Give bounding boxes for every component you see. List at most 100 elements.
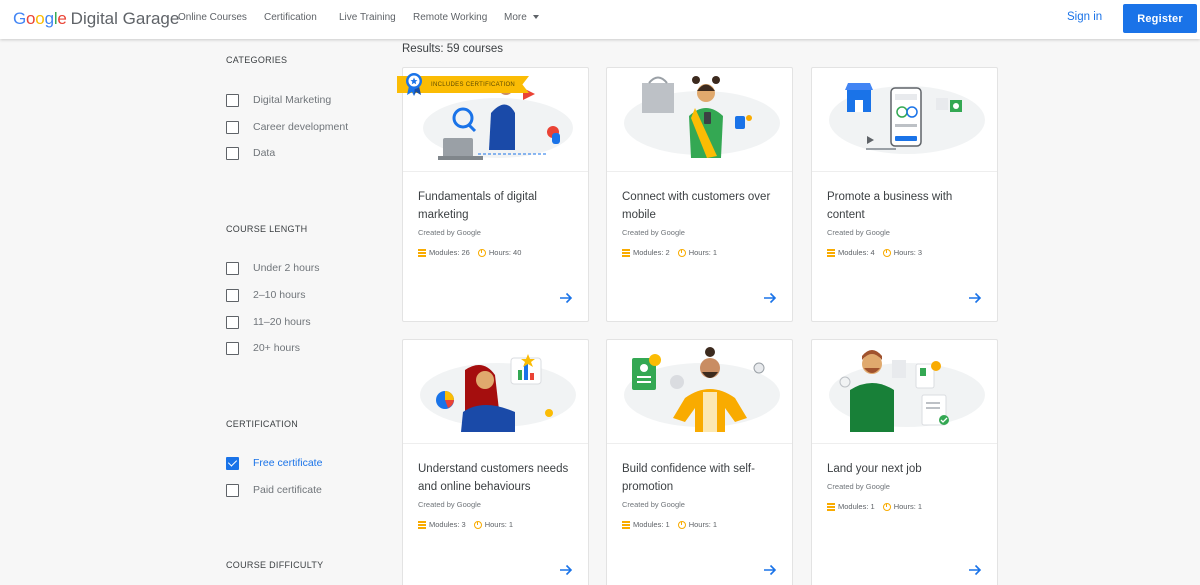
arrow-right-icon[interactable] [968,563,982,577]
filter-paid-certificate[interactable]: Paid certificate [226,483,322,497]
modules-icon [418,521,426,529]
course-title[interactable]: Fundamentals of digital marketing [418,188,578,224]
filter-sidebar: CATEGORIES Digital Marketing Career deve… [0,39,390,585]
modules-icon [622,521,630,529]
modules-count: Modules: 1 [633,520,670,529]
filter-career-development[interactable]: Career development [226,120,348,134]
course-creator: Created by Google [622,228,685,237]
course-creator: Created by Google [418,500,481,509]
checkbox-checked[interactable] [226,456,239,470]
course-title[interactable]: Promote a business with content [827,188,987,224]
course-meta: Modules: 4 Hours: 3 [827,248,922,257]
clock-icon [473,520,482,529]
arrow-right-icon[interactable] [763,291,777,305]
filter-digital-marketing[interactable]: Digital Marketing [226,93,331,107]
sign-in-link[interactable]: Sign in [1067,11,1102,23]
certification-heading: CERTIFICATION [226,419,299,429]
course-card[interactable]: Promote a business with content Created … [811,67,998,322]
checkbox[interactable] [226,261,239,275]
modules-icon [827,249,835,257]
course-illustration [812,68,997,172]
course-card[interactable]: Land your next job Created by Google Mod… [811,339,998,585]
checkbox[interactable] [226,288,239,302]
chevron-down-icon [532,15,539,19]
modules-count: Modules: 1 [838,502,875,511]
hours-count: Hours: 1 [688,248,718,257]
course-title[interactable]: Connect with customers over mobile [622,188,782,224]
nav-more-label: More [504,12,527,23]
hours-count: Hours: 3 [893,248,923,257]
filter-11-20-hours[interactable]: 11–20 hours [226,315,311,329]
checkbox[interactable] [226,146,239,160]
google-digital-garage-logo[interactable]: Google Digital Garage [13,9,179,29]
course-illustration [403,340,588,444]
filter-free-certificate[interactable]: Free certificate [226,456,322,470]
nav-live-training[interactable]: Live Training [339,12,396,23]
top-navigation-bar: Google Digital Garage Online Courses Cert… [0,0,1200,39]
modules-icon [827,503,835,511]
filter-data[interactable]: Data [226,146,275,160]
course-creator: Created by Google [827,482,890,491]
course-illustration [607,340,792,444]
course-title[interactable]: Build confidence with self-promotion [622,460,782,496]
filter-label: Paid certificate [253,484,322,496]
course-title[interactable]: Understand customers needs and online be… [418,460,578,496]
checkbox[interactable] [226,483,239,497]
nav-certification[interactable]: Certification [264,12,317,23]
course-title[interactable]: Land your next job [827,460,987,478]
course-card[interactable]: Connect with customers over mobile Creat… [606,67,793,322]
modules-count: Modules: 3 [429,520,466,529]
hours-count: Hours: 1 [484,520,514,529]
hours-count: Hours: 40 [488,248,522,257]
modules-icon [622,249,630,257]
course-meta: Modules: 2 Hours: 1 [622,248,717,257]
filter-20-plus-hours[interactable]: 20+ hours [226,341,300,355]
filter-label: Free certificate [253,457,323,469]
hours-count: Hours: 1 [893,502,923,511]
course-difficulty-heading: COURSE DIFFICULTY [226,560,324,570]
clock-icon [882,248,891,257]
clock-icon [677,248,686,257]
modules-count: Modules: 26 [429,248,470,257]
categories-heading: CATEGORIES [226,55,288,65]
course-creator: Created by Google [827,228,890,237]
nav-remote-working[interactable]: Remote Working [413,12,487,23]
filter-label: Career development [253,121,349,133]
logo-digital-garage-text: Digital Garage [70,9,180,28]
course-card[interactable]: INCLUDES CERTIFICATION Fundamentals of d… [397,67,589,322]
course-creator: Created by Google [418,228,481,237]
arrow-right-icon[interactable] [763,563,777,577]
checkbox[interactable] [226,315,239,329]
modules-icon [418,249,426,257]
course-card[interactable]: Build confidence with self-promotion Cre… [606,339,793,585]
course-meta: Modules: 26 Hours: 40 [418,248,521,257]
results-count: Results: 59 courses [402,43,503,55]
hours-count: Hours: 1 [688,520,718,529]
arrow-right-icon[interactable] [559,291,573,305]
course-illustration [812,340,997,444]
course-meta: Modules: 3 Hours: 1 [418,520,513,529]
arrow-right-icon[interactable] [968,291,982,305]
course-creator: Created by Google [622,500,685,509]
filter-label: Data [253,147,276,159]
nav-more[interactable]: More [504,12,539,23]
course-card[interactable]: Understand customers needs and online be… [402,339,589,585]
certification-medal-icon [406,73,422,96]
checkbox[interactable] [226,120,239,134]
checkbox[interactable] [226,93,239,107]
register-button[interactable]: Register [1123,4,1197,33]
logo-google-text: Google [13,9,67,28]
filter-label: Under 2 hours [253,262,320,274]
checkbox[interactable] [226,341,239,355]
filter-2-10-hours[interactable]: 2–10 hours [226,288,306,302]
clock-icon [882,502,891,511]
filter-label: Digital Marketing [253,94,332,106]
filter-label: 11–20 hours [253,316,311,328]
course-length-heading: COURSE LENGTH [226,224,308,234]
filter-label: 2–10 hours [253,289,306,301]
arrow-right-icon[interactable] [559,563,573,577]
course-meta: Modules: 1 Hours: 1 [827,502,922,511]
course-meta: Modules: 1 Hours: 1 [622,520,717,529]
filter-under-2-hours[interactable]: Under 2 hours [226,261,320,275]
nav-online-courses[interactable]: Online Courses [178,12,247,23]
